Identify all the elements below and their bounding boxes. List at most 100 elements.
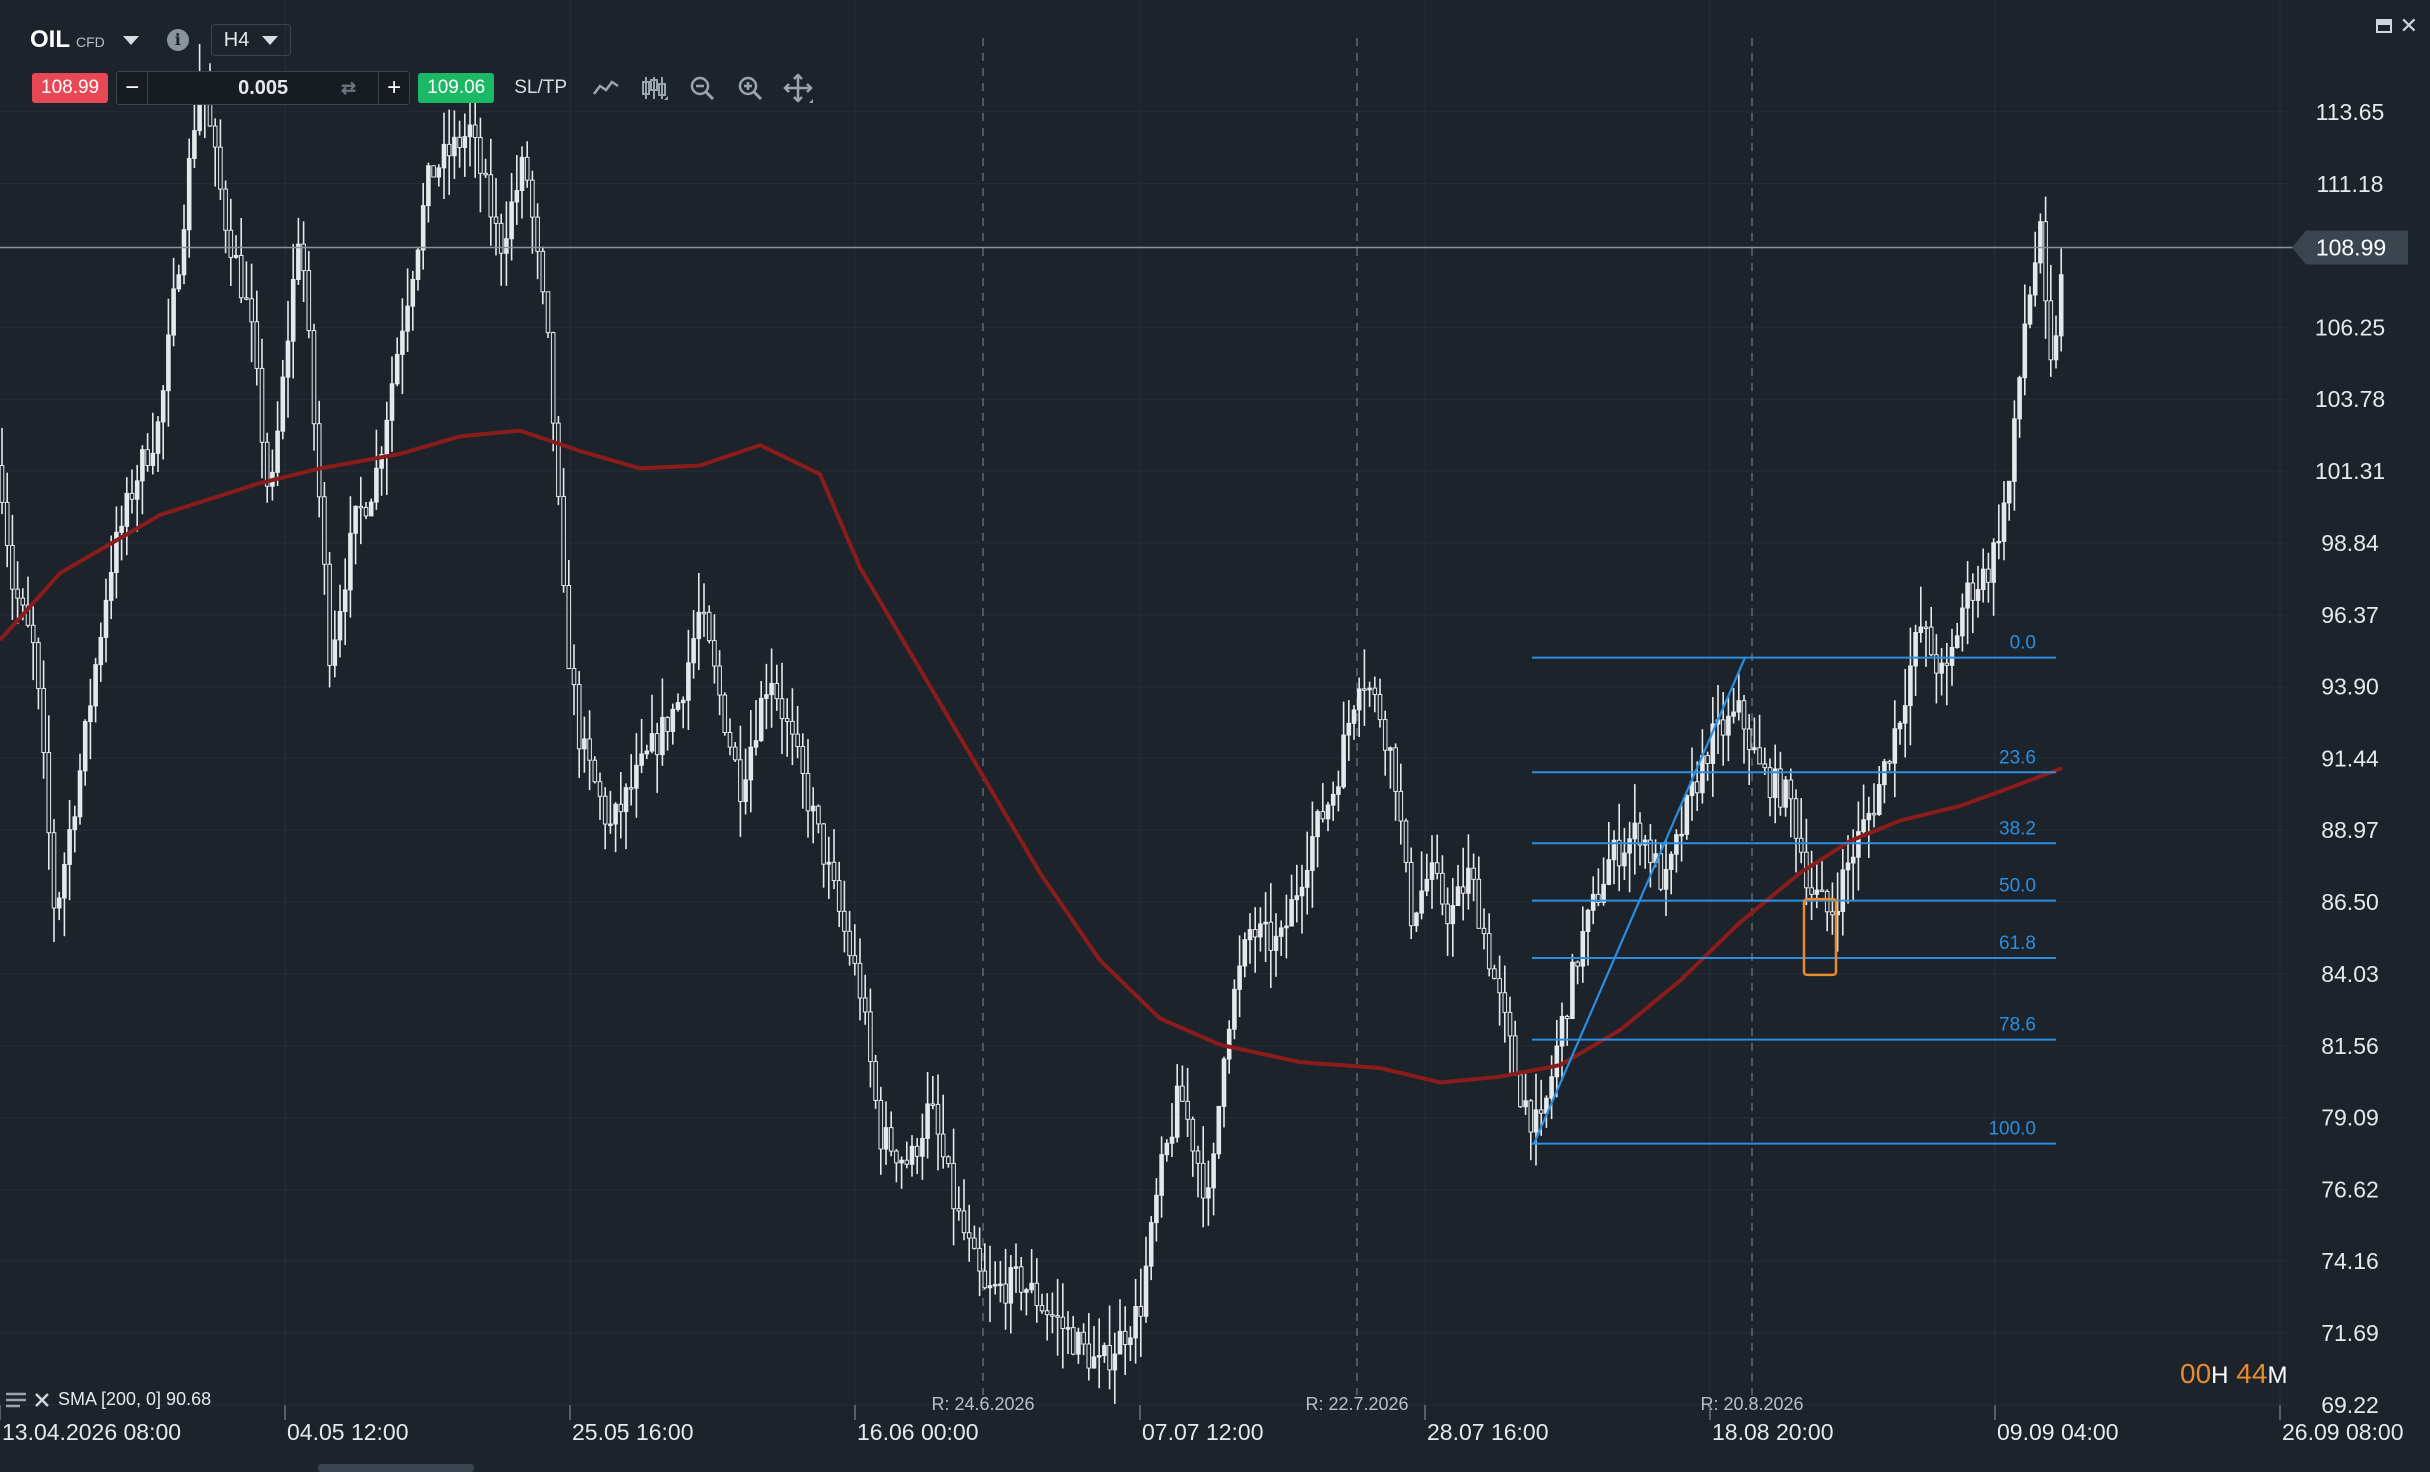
candle-body [1268,921,1274,951]
candle-body [389,383,395,421]
candle-body [186,157,192,231]
crosshair-move-icon[interactable] [779,72,817,104]
price-chart[interactable]: R: 24.6.2026 R: 22.7.2026 R: 20.8.2026 0.0… [0,0,2430,1472]
buy-button[interactable]: 109.06 [418,73,495,103]
candle-body [1351,709,1357,724]
sell-button[interactable]: 108.99 [32,73,109,103]
zoom-out-icon[interactable] [683,72,721,104]
volume-input[interactable]: 0.005 ⇄ [147,72,380,104]
timer-minutes: 44 [2236,1358,2268,1389]
candle-body [1876,784,1882,815]
volume-value: 0.005 [238,77,289,99]
price-label: 113.65 [2316,99,2385,125]
rollover-label: R: 22.7.2026 [1305,1394,1408,1414]
candle-body [1908,665,1913,707]
chevron-down-icon [261,35,278,45]
volume-stepper[interactable]: − 0.005 ⇄ + [116,71,411,105]
candle-body [20,597,26,606]
candle-body [1502,992,1508,1013]
minimize-icon[interactable] [2375,19,2392,33]
candle-body [2001,502,2007,542]
candle-body [1466,867,1471,894]
candle-body [498,222,504,254]
price-axis: 113.65 111.18 106.25 103.78 101.31 98.84 96.37… [2315,99,2385,1418]
candle-body [561,495,566,587]
candle-body [613,803,618,825]
candle-body [1325,804,1331,820]
candle-body [1284,925,1289,929]
candle-body [717,665,722,696]
candle-body [1570,961,1575,1020]
candle-body [1403,820,1409,863]
candle-body [1086,1343,1092,1369]
zoom-in-icon[interactable] [731,72,769,104]
instrument-dropdown-icon[interactable] [122,35,139,45]
candle-body [805,772,811,812]
timeframe-select[interactable]: H4 [210,24,291,56]
candle-body [966,1232,972,1239]
candle-body [1965,582,1970,609]
candle-body [644,750,650,755]
candle-body [618,803,624,813]
candle-body [540,250,546,293]
candle-body [296,243,301,280]
candle-body [1590,893,1596,911]
candle-body [571,667,577,686]
line-chart-icon[interactable] [587,72,625,104]
price-label: 88.97 [2321,817,2379,843]
candle-body [680,699,686,704]
candle-body [706,611,712,642]
chart-scrollbar[interactable] [318,1464,474,1472]
time-label: 26.09 08:00 [2282,1419,2404,1445]
candle-body [228,229,234,258]
candle-body [816,805,821,825]
candle-body [946,1156,951,1164]
candle-body [238,254,244,299]
candle-body [1726,715,1731,736]
remove-indicator-icon[interactable] [34,1392,50,1408]
price-label: 84.03 [2321,961,2379,987]
volume-decrease-button[interactable]: − [117,73,147,103]
candle-body [1861,819,1866,833]
instrument-symbol[interactable]: OIL [30,26,70,54]
candle-body [1798,837,1804,853]
candlestick-chart-icon[interactable] [635,72,673,104]
candle-body [1580,931,1586,967]
candle-body [545,291,551,334]
swap-icon[interactable]: ⇄ [341,72,356,104]
candle-body [1585,909,1591,933]
candle-body [1346,722,1352,736]
indicator-legend: SMA [200, 0] 90.68 [6,1389,211,1410]
candle-body [800,746,806,774]
candle-body [899,1159,904,1164]
candle-body [649,733,655,752]
candle-body [2058,274,2064,337]
candle-body [597,781,603,797]
candle-body [878,1099,884,1150]
candle-body [831,861,837,882]
highlight-box [1802,897,1838,977]
candle-body [1788,779,1794,800]
sl-tp-button[interactable]: SL/TP [514,77,567,99]
indicator-menu-icon[interactable] [6,1391,26,1409]
candle-body [701,611,707,615]
candle-body [1393,747,1398,792]
candle-body [1778,768,1783,808]
volume-increase-button[interactable]: + [379,73,409,103]
candle-body [1117,1330,1123,1355]
close-icon[interactable]: ✕ [2400,15,2418,37]
fibonacci-retracement[interactable]: 0.0 23.6 38.2 50.0 61.8 78.6 100.0 [1532,633,2056,1145]
candle-body [535,216,540,252]
candle-body [1627,838,1632,854]
candle-body [1663,868,1669,890]
candle-body [1414,912,1419,927]
candle-body [348,532,353,591]
info-icon[interactable]: i [166,29,189,51]
candle-body [1304,869,1310,888]
price-label: 111.18 [2317,171,2384,197]
candle-body [488,174,494,218]
price-label: 106.25 [2315,314,2385,340]
candle-body [1320,811,1326,820]
candle-body [426,165,431,207]
candle-body [1247,929,1253,941]
